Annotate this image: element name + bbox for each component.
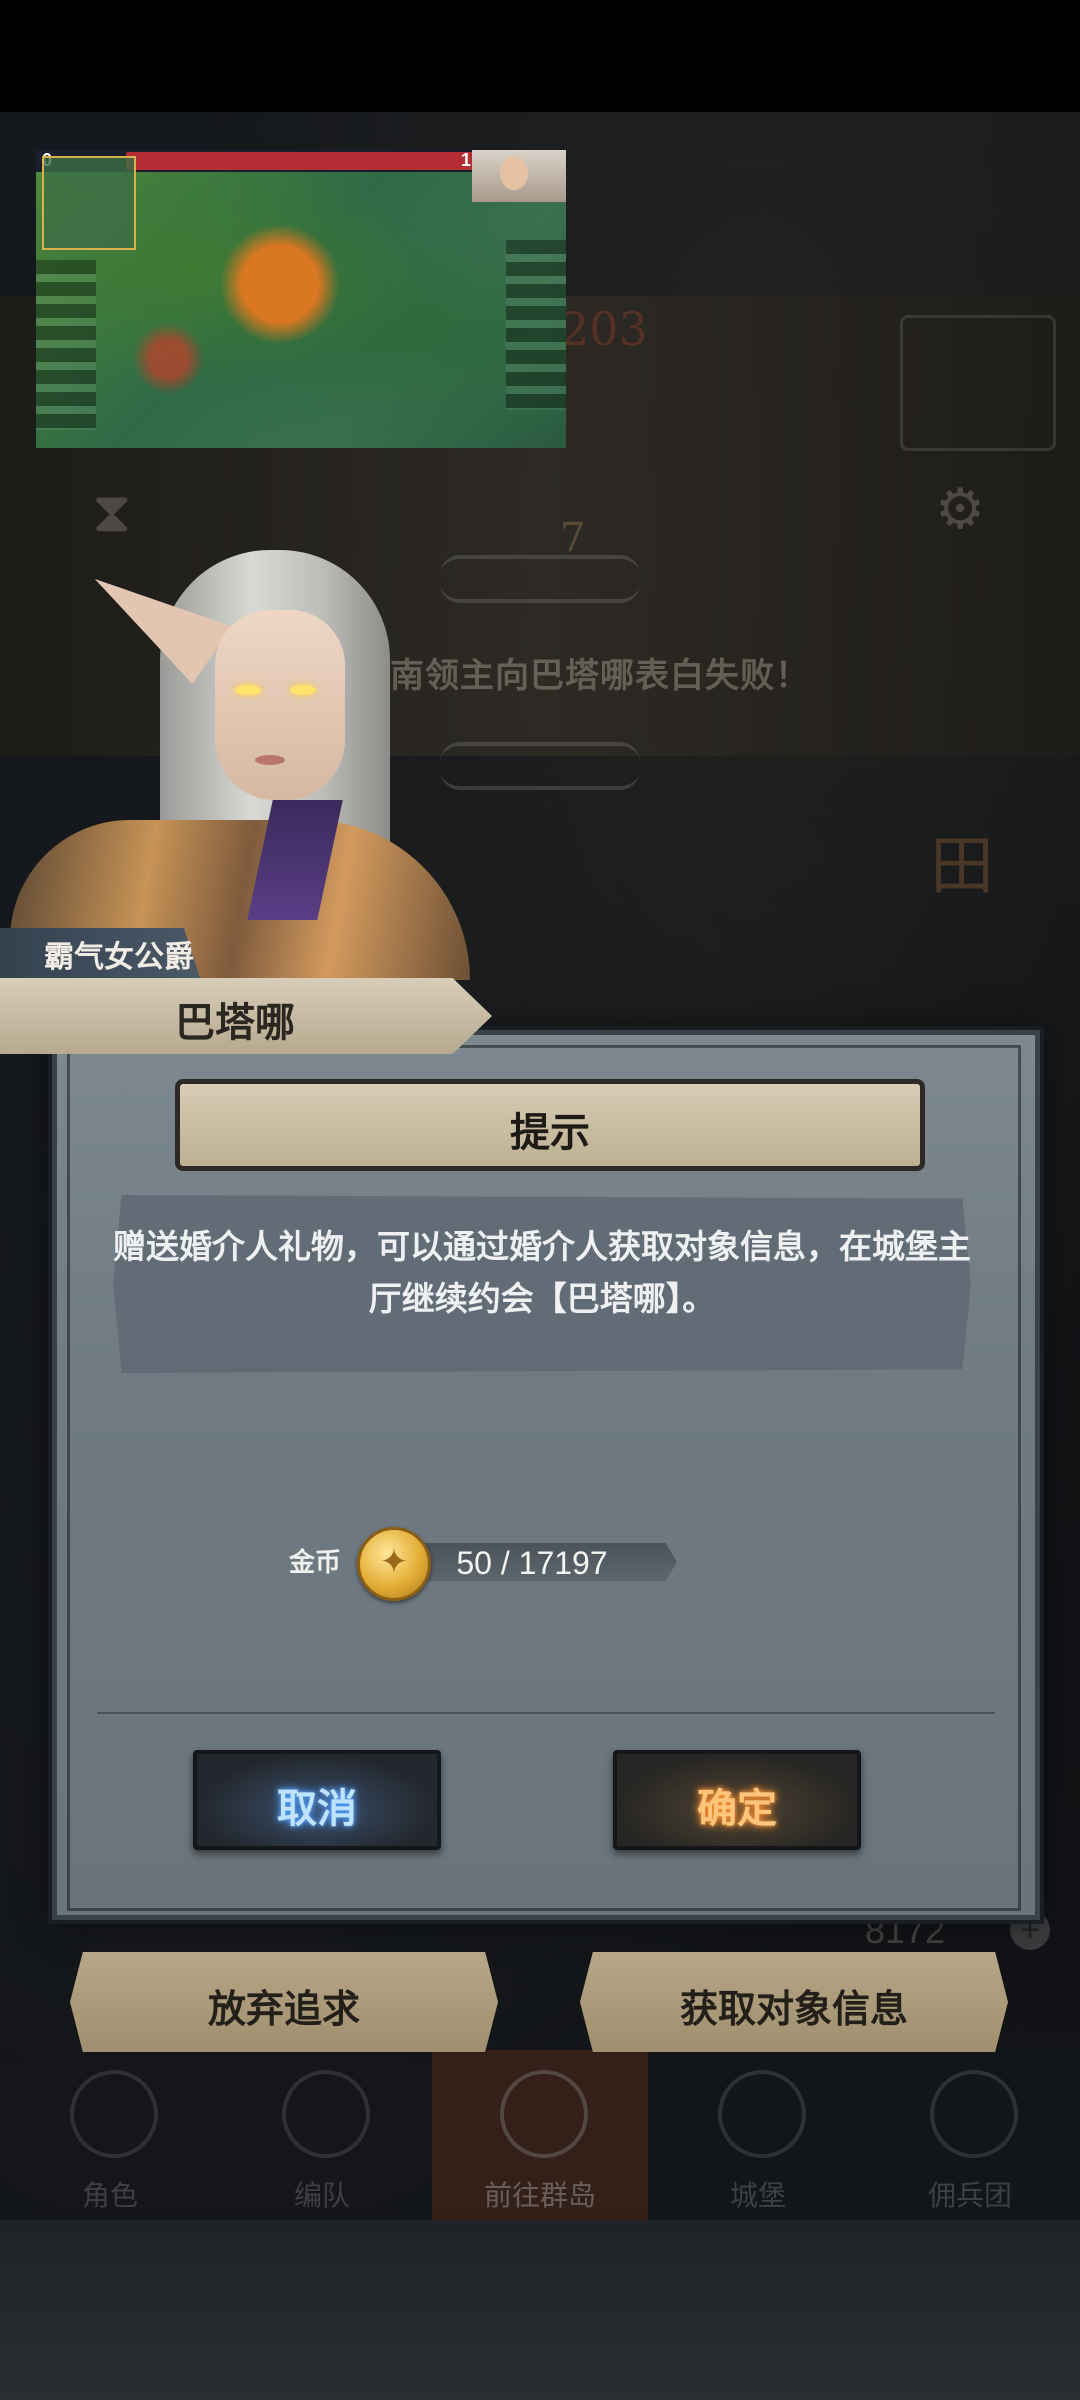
nav-label: 编队 [293, 2180, 350, 2211]
status-bar-area [0, 0, 1080, 112]
team-icon [282, 2070, 370, 2158]
hourglass-icon: ⧗ [92, 480, 132, 543]
portrait-eye [290, 685, 316, 695]
nav-item-castle[interactable]: 城堡 [658, 2060, 858, 2211]
nav-label: 角色 [81, 2180, 138, 2211]
cost-label: 金币 [289, 1547, 342, 1577]
portrait-lips [255, 755, 285, 765]
bottom-system-area [0, 2220, 1080, 2400]
nav-item-role[interactable]: 角色 [10, 2060, 210, 2211]
portrait-eye [235, 685, 261, 695]
gold-coin-icon: ✦ [357, 1527, 431, 1601]
coin-emblem-icon: ✦ [379, 1543, 409, 1581]
castle-icon [718, 2070, 806, 2158]
field-icon: 田 [930, 830, 994, 902]
webcam-face [500, 156, 528, 190]
video-roster-right [506, 240, 566, 410]
abandon-pursuit-button[interactable]: 放弃追求 [70, 1952, 498, 2052]
background-number: 203 [560, 302, 648, 356]
nav-label: 城堡 [729, 2180, 786, 2211]
nav-item-mercenary[interactable]: 佣兵团 [870, 2060, 1070, 2211]
get-target-info-label: 获取对象信息 [679, 1989, 908, 2031]
video-roster-left [36, 260, 96, 430]
video-webcam [472, 150, 566, 202]
hint-dialog: 提示 赠送婚介人礼物，可以通过婚介人获取对象信息，在城堡主厅继续约会【巴塔哪】。… [52, 1030, 1040, 1920]
character-name: 巴塔哪 [175, 1001, 295, 1045]
confirm-button[interactable]: 确定 [613, 1750, 861, 1850]
gear-icon: ⚙ [935, 477, 986, 540]
get-target-info-button[interactable]: 获取对象信息 [580, 1952, 1008, 2052]
mercenary-icon [930, 2070, 1018, 2158]
dialog-message: 赠送婚介人礼物，可以通过婚介人获取对象信息，在城堡主厅继续约会【巴塔哪】。 [113, 1228, 971, 1317]
video-minimap [42, 156, 136, 250]
character-portrait [10, 540, 480, 980]
dialog-title: 提示 [510, 1111, 590, 1155]
portrait-face [215, 610, 345, 800]
video-score-red-band [126, 152, 476, 170]
compass-icon [500, 2070, 588, 2158]
nav-label: 佣兵团 [927, 2180, 1012, 2211]
confirm-button-label: 确定 [697, 1787, 777, 1831]
nav-label: 前往群岛 [483, 2180, 596, 2211]
cancel-button[interactable]: 取消 [193, 1750, 441, 1850]
dialog-header: 提示 [175, 1079, 925, 1171]
nav-item-team[interactable]: 编队 [222, 2060, 422, 2211]
video-score-right: 1 [461, 150, 472, 170]
nav-item-islands[interactable]: 前往群岛 [440, 2060, 640, 2211]
dialog-divider [97, 1712, 995, 1714]
abandon-pursuit-label: 放弃追求 [207, 1989, 360, 2031]
floating-video-window[interactable]: 0 1 [36, 150, 566, 448]
character-title: 霸气女公爵 [44, 941, 194, 974]
background-number-small: 7 [560, 515, 586, 561]
background-card [900, 315, 1056, 451]
cancel-button-label: 取消 [277, 1787, 357, 1831]
role-icon [70, 2070, 158, 2158]
